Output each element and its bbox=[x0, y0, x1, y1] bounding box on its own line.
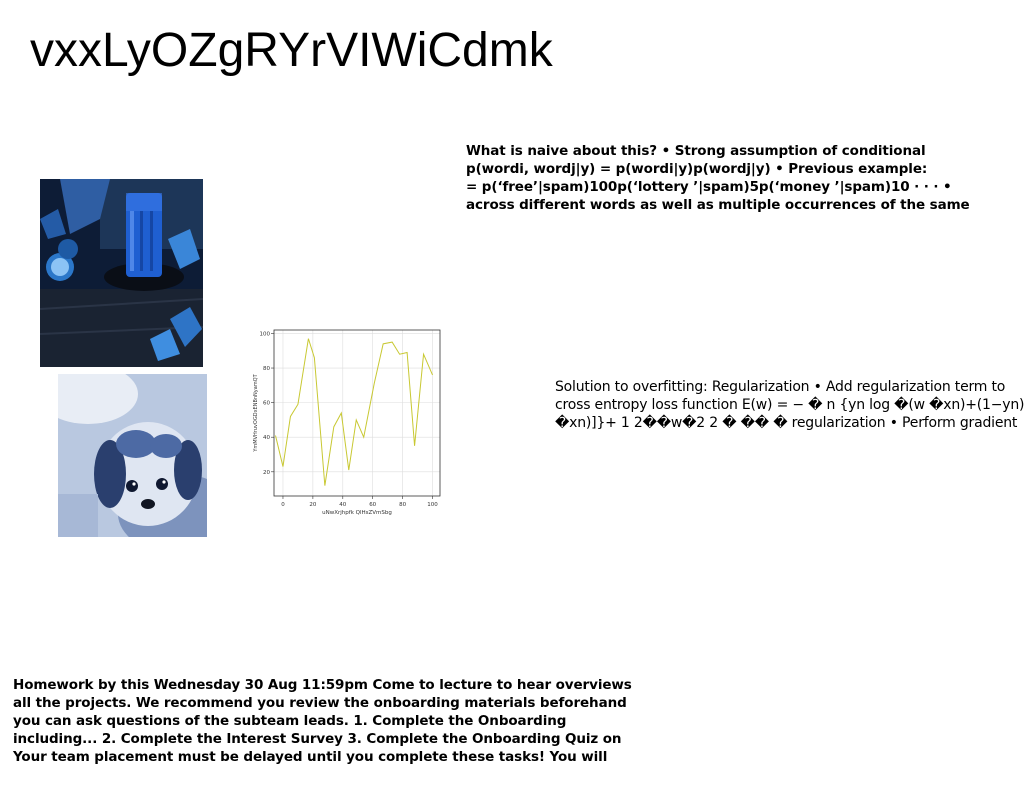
y-tick-label: 80 bbox=[263, 366, 270, 372]
naive-bayes-text-block: What is naive about this? • Strong assum… bbox=[466, 142, 970, 214]
y-axis-label: YmMVHruvOGDxENBnNyamQT bbox=[253, 373, 259, 452]
chart-grid bbox=[274, 330, 440, 496]
x-tick-label: 0 bbox=[281, 502, 285, 508]
x-tick-label: 20 bbox=[309, 502, 316, 508]
y-tick-label: 60 bbox=[263, 401, 270, 407]
plot-frame bbox=[273, 329, 441, 497]
x-tick-label: 80 bbox=[399, 502, 406, 508]
text-line: �xn)]}+ 1 2��w�2 2 � �� � regularization… bbox=[555, 415, 1018, 431]
text-line: Homework by this Wednesday 30 Aug 11:59p… bbox=[13, 677, 632, 693]
text-line: cross entropy loss function E(w) = − � n… bbox=[555, 397, 1024, 413]
text-line: = p(‘free’|spam)100p(‘lottery ’|spam)5p(… bbox=[466, 179, 952, 195]
text-line: What is naive about this? • Strong assum… bbox=[466, 143, 926, 159]
y-tick-label: 20 bbox=[263, 470, 270, 476]
y-tick-label: 40 bbox=[263, 435, 270, 441]
x-axis-label: uNwXrjhpfk QlHsZVmSbg bbox=[322, 510, 392, 516]
text-line: p(wordi, wordj|y) = p(wordi|y)p(wordj|y)… bbox=[466, 161, 928, 177]
text-line: Solution to overfitting: Regularization … bbox=[555, 379, 1006, 395]
series-line bbox=[275, 338, 433, 486]
text-line: across different words as well as multip… bbox=[466, 197, 970, 213]
text-line: Your team placement must be delayed unti… bbox=[13, 749, 608, 765]
y-ticks: 20 40 60 80 100 bbox=[260, 331, 274, 476]
x-tick-label: 40 bbox=[339, 502, 346, 508]
y-tick-label: 100 bbox=[260, 331, 271, 337]
text-line: including... 2. Complete the Interest Su… bbox=[13, 731, 622, 747]
homework-text-block: Homework by this Wednesday 30 Aug 11:59p… bbox=[13, 676, 632, 766]
x-tick-label: 100 bbox=[427, 502, 438, 508]
page-title: vxxLyOZgRYrVIWiCdmk bbox=[30, 24, 553, 77]
x-ticks: 0 20 40 60 80 100 bbox=[281, 496, 438, 508]
blue-puppy-photo bbox=[58, 374, 207, 537]
text-line: all the projects. We recommend you revie… bbox=[13, 695, 627, 711]
blue-drink-photo bbox=[40, 179, 203, 367]
line-chart: 0 20 40 60 80 100 20 40 60 80 100 uNwXrjhpfk QlHs… bbox=[253, 329, 441, 516]
regularization-text-block: Solution to overfitting: Regularization … bbox=[555, 378, 1024, 432]
x-tick-label: 60 bbox=[369, 502, 376, 508]
text-line: you can ask questions of the subteam lea… bbox=[13, 713, 567, 729]
